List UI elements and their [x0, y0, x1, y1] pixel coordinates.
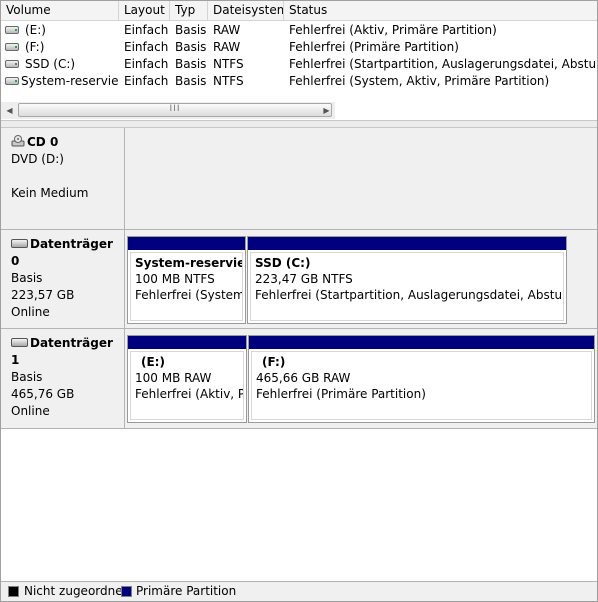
disk-name: CD 0: [27, 135, 59, 149]
scroll-left-icon[interactable]: ◀: [1, 102, 18, 119]
hard-disk-icon: [11, 239, 28, 248]
partition-body: (F:) 465,66 GB RAW Fehlerfrei (Primäre P…: [251, 351, 592, 420]
partition-e[interactable]: (E:) 100 MB RAW Fehlerfrei (Aktiv, Primä…: [127, 335, 247, 423]
disk-row-cd0: CD 0 DVD (D:) Kein Medium: [1, 128, 597, 230]
partition-type-bar: [128, 237, 245, 250]
volume-filesystem: RAW: [213, 23, 241, 37]
cd-drive-icon: [11, 134, 25, 146]
partition-name: SSD (C:): [255, 256, 311, 270]
volume-name: (F:): [25, 40, 45, 54]
partition-name: (F:): [262, 355, 286, 369]
partition-type-bar: [249, 336, 594, 349]
volume-filesystem: NTFS: [213, 74, 244, 88]
volume-filesystem: NTFS: [213, 57, 244, 71]
disk-size: 223,57 GB: [11, 288, 75, 302]
partition-size: 100 MB RAW: [135, 371, 212, 385]
hard-disk-icon: [11, 338, 28, 347]
legend-swatch-unallocated: [8, 586, 19, 597]
pane-splitter[interactable]: [1, 120, 597, 128]
column-header-volume[interactable]: Volume: [1, 1, 119, 20]
drive-icon: [5, 26, 19, 34]
partition-ssd-c[interactable]: SSD (C:) 223,47 GB NTFS Fehlerfrei (Star…: [247, 236, 567, 324]
volume-typ: Basis: [175, 23, 207, 37]
disk-size: [11, 168, 124, 185]
horizontal-scrollbar[interactable]: ◀ III ▶: [1, 102, 335, 119]
volume-layout: Einfach: [124, 40, 169, 54]
column-header-dateisystem[interactable]: Dateisystem: [208, 1, 284, 20]
partition-name: (E:): [141, 355, 165, 369]
partition-size: 465,66 GB RAW: [256, 371, 351, 385]
partition-type-bar: [248, 237, 566, 250]
disk-info[interactable]: Datenträger 1 Basis 465,76 GB Online: [1, 329, 125, 428]
volume-typ: Basis: [175, 40, 207, 54]
column-header-typ[interactable]: Typ: [170, 1, 208, 20]
volume-status: Fehlerfrei (Primäre Partition): [289, 40, 459, 54]
partition-body: System-reserviert 100 MB NTFS Fehlerfrei…: [130, 252, 243, 321]
volume-name: SSD (C:): [25, 57, 76, 71]
partition-status: Fehlerfrei (Startpartition, Auslagerungs…: [255, 288, 563, 302]
volume-row[interactable]: (E:) Einfach Basis RAW Fehlerfrei (Aktiv…: [1, 22, 597, 39]
volume-status: Fehlerfrei (System, Aktiv, Primäre Parti…: [289, 74, 550, 88]
partition-type-bar: [128, 336, 246, 349]
disk-row-datentraeger-0: Datenträger 0 Basis 223,57 GB Online Sys…: [1, 230, 597, 329]
disk-management-window: Volume Layout Typ Dateisystem Status (E:…: [0, 0, 598, 602]
legend-swatch-primary: [121, 586, 132, 597]
disk-row-datentraeger-1: Datenträger 1 Basis 465,76 GB Online (E:…: [1, 329, 597, 429]
partition-status: Fehlerfrei (Primäre Partition): [256, 387, 426, 401]
disk-type: DVD (D:): [11, 152, 64, 166]
disk-size: 465,76 GB: [11, 387, 75, 401]
volume-typ: Basis: [175, 74, 207, 88]
volume-row[interactable]: System-reserviert Einfach Basis NTFS Feh…: [1, 73, 597, 90]
volume-status: Fehlerfrei (Startpartition, Auslagerungs…: [289, 57, 597, 71]
disk-info[interactable]: CD 0 DVD (D:) Kein Medium: [1, 128, 125, 229]
disk-type: Basis: [11, 370, 43, 384]
partition-f[interactable]: (F:) 465,66 GB RAW Fehlerfrei (Primäre P…: [248, 335, 595, 423]
partition-size: 223,47 GB NTFS: [255, 272, 353, 286]
volume-layout: Einfach: [124, 23, 169, 37]
cd-media-area: [125, 128, 597, 229]
disk-type: Basis: [11, 271, 43, 285]
partition-body: (E:) 100 MB RAW Fehlerfrei (Aktiv, Primä…: [130, 351, 244, 420]
volume-typ: Basis: [175, 57, 207, 71]
legend-label-primary: Primäre Partition: [136, 584, 237, 598]
column-header-status[interactable]: Status: [284, 1, 597, 20]
disk-info[interactable]: Datenträger 0 Basis 223,57 GB Online: [1, 230, 125, 328]
volume-list-header: Volume Layout Typ Dateisystem Status: [1, 1, 597, 21]
drive-icon: [5, 77, 19, 85]
volume-row[interactable]: SSD (C:) Einfach Basis NTFS Fehlerfrei (…: [1, 56, 597, 73]
volume-layout: Einfach: [124, 74, 169, 88]
column-header-layout[interactable]: Layout: [119, 1, 170, 20]
volume-row[interactable]: (F:) Einfach Basis RAW Fehlerfrei (Primä…: [1, 39, 597, 56]
partition-size: 100 MB NTFS: [135, 272, 215, 286]
partition-status: Fehlerfrei (Aktiv, Primäre Partition): [135, 387, 243, 401]
volume-filesystem: RAW: [213, 40, 241, 54]
partition-name: System-reserviert: [135, 256, 242, 270]
volume-name: System-reserviert: [21, 74, 119, 88]
legend-label-unallocated: Nicht zugeordnet: [24, 584, 128, 598]
volume-name: (E:): [25, 23, 46, 37]
volume-layout: Einfach: [124, 57, 169, 71]
drive-icon: [5, 43, 19, 51]
legend: Nicht zugeordnet Primäre Partition: [1, 581, 597, 601]
scrollbar-grip: III: [169, 104, 181, 114]
partition-system-reserviert[interactable]: System-reserviert 100 MB NTFS Fehlerfrei…: [127, 236, 246, 324]
disk-status: Online: [11, 305, 50, 319]
scrollbar-thumb[interactable]: III: [18, 103, 332, 117]
partition-status: Fehlerfrei (System, Aktiv, Primäre Parti…: [135, 288, 242, 302]
scroll-right-icon[interactable]: ▶: [318, 102, 335, 119]
disk-status: Kein Medium: [11, 186, 89, 200]
disk-status: Online: [11, 404, 50, 418]
volume-status: Fehlerfrei (Aktiv, Primäre Partition): [289, 23, 497, 37]
volume-list: Volume Layout Typ Dateisystem Status (E:…: [1, 1, 597, 121]
drive-icon: [5, 60, 19, 68]
partition-body: SSD (C:) 223,47 GB NTFS Fehlerfrei (Star…: [250, 252, 564, 321]
